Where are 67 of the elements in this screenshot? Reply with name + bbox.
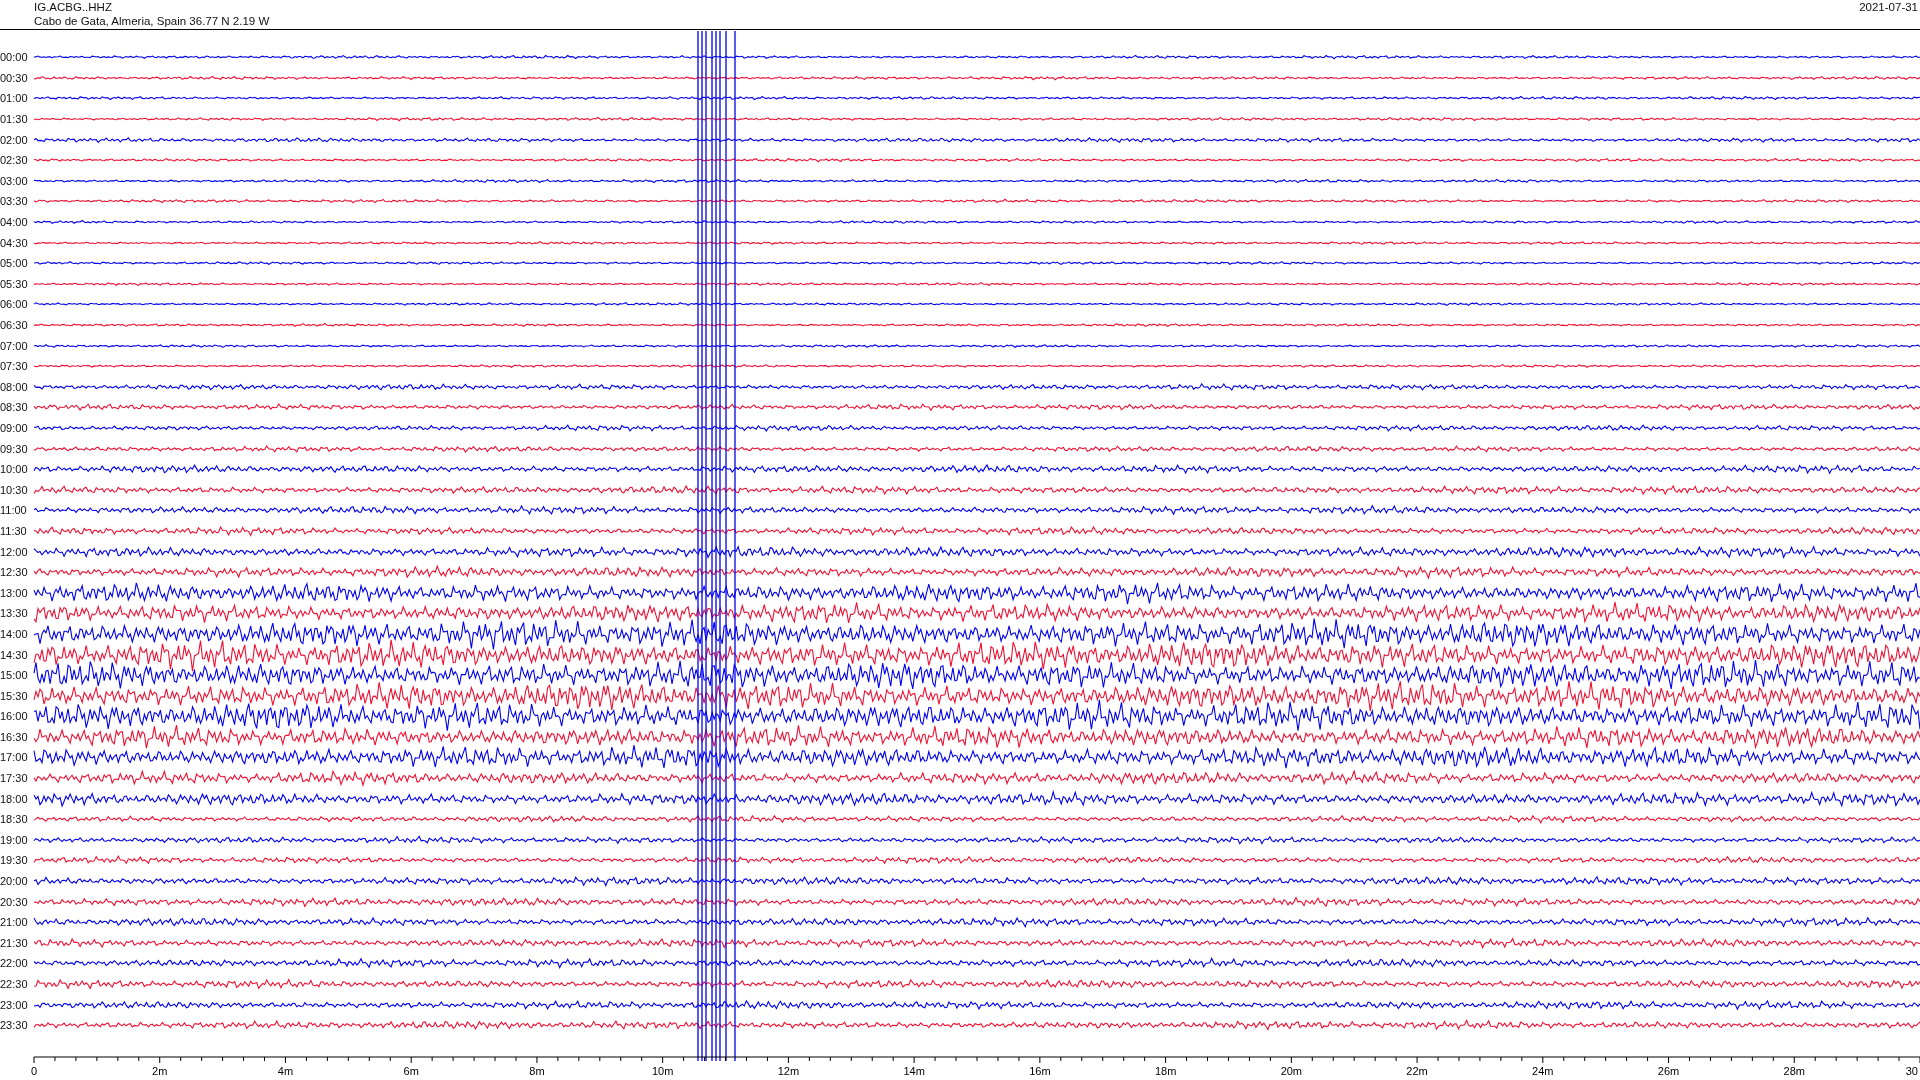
time-label: 03:30 [0, 195, 29, 208]
time-label: 00:30 [0, 71, 29, 84]
time-label: 19:00 [0, 833, 29, 846]
time-label: 09:00 [0, 422, 29, 434]
axis-tick-label: 14m [903, 1065, 925, 1077]
time-label: 18:30 [0, 813, 29, 826]
time-label: 13:00 [0, 586, 29, 599]
time-label: 09:30 [0, 442, 29, 455]
axis-tick-label: 20m [1280, 1065, 1303, 1077]
time-label: 12:30 [0, 566, 29, 579]
time-label: 08:00 [0, 380, 29, 393]
time-label: 03:00 [0, 174, 29, 187]
time-label: 06:00 [0, 298, 29, 311]
time-label: 22:00 [0, 957, 29, 970]
time-label: 12:00 [0, 545, 29, 558]
time-label: 20:30 [0, 895, 29, 908]
time-label: 10:30 [0, 483, 29, 496]
time-label: 07:00 [0, 339, 29, 352]
axis-tick-label: 6m [403, 1065, 419, 1077]
time-label: 20:00 [0, 875, 29, 888]
time-label: 02:00 [0, 133, 29, 146]
time-label: 18:00 [0, 792, 29, 805]
plot-date: 2021-07-31 [1859, 0, 1918, 15]
time-label: 17:30 [0, 772, 29, 785]
time-label: 07:30 [0, 360, 29, 373]
time-label: 11:00 [0, 504, 28, 517]
time-label: 23:00 [0, 998, 29, 1011]
time-label: 13:30 [0, 607, 29, 620]
axis-tick-label: 16m [1029, 1065, 1051, 1077]
time-label: 11:30 [0, 524, 28, 537]
station-location: Cabo de Gata, Almeria, Spain 36.77 N 2.19 W [34, 14, 270, 28]
axis-tick-label: 8m [529, 1065, 545, 1077]
time-label: 14:00 [0, 627, 29, 640]
axis-tick-label: 22m [1406, 1065, 1428, 1077]
time-label: 02:30 [0, 154, 29, 167]
axis-tick-label: 24m [1532, 1065, 1554, 1077]
time-label: 05:00 [0, 257, 29, 270]
axis-tick-label: 12m [777, 1065, 800, 1077]
time-label: 06:30 [0, 319, 29, 331]
time-label: 04:30 [0, 236, 29, 249]
axis-tick-label: 4m [277, 1065, 294, 1077]
axis-tick-label: 28m [1783, 1065, 1805, 1077]
axis-tick-label: 0 [30, 1065, 38, 1077]
time-label: 21:30 [0, 936, 29, 949]
time-label: 01:00 [0, 92, 29, 105]
axis-tick-label: 10m [651, 1065, 674, 1077]
axis-tick-label: 18m [1154, 1065, 1177, 1077]
time-label: 22:30 [0, 978, 29, 990]
time-label: 19:30 [0, 854, 29, 867]
time-label: 15:30 [0, 689, 29, 702]
time-label: 04:00 [0, 216, 29, 229]
axis-tick-label: 30 [1905, 1065, 1918, 1077]
time-label: 17:00 [0, 751, 29, 764]
time-label: 00:00 [0, 51, 29, 64]
time-label: 21:00 [0, 916, 29, 929]
axis-tick-label: 26m [1657, 1065, 1680, 1077]
time-label: 05:30 [0, 277, 29, 290]
time-label: 10:00 [0, 463, 29, 476]
station-code: IG.ACBG..HHZ [34, 0, 113, 14]
time-label: 15:00 [0, 669, 29, 682]
time-label: 14:30 [0, 648, 29, 661]
time-label: 01:30 [0, 113, 29, 126]
time-label: 23:30 [0, 1019, 29, 1032]
time-label: 16:00 [0, 710, 29, 723]
axis-tick-label: 2m [152, 1065, 168, 1077]
time-label: 08:30 [0, 401, 29, 414]
time-label: 16:30 [0, 730, 29, 743]
